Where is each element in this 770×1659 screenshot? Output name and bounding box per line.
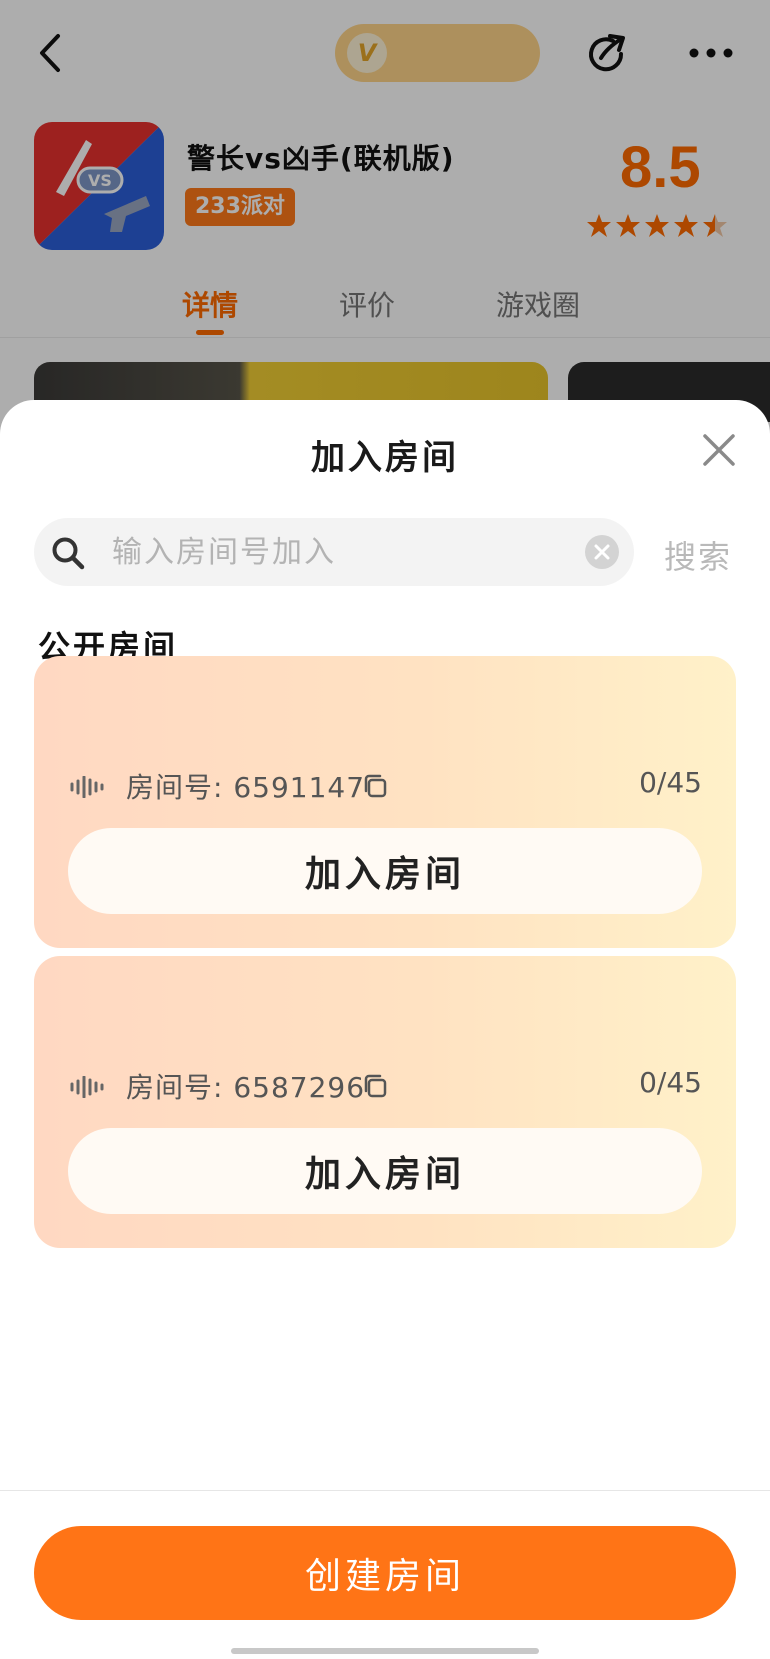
audio-wave-icon [70,1076,104,1098]
search-icon [52,537,85,570]
clear-button[interactable] [585,535,619,569]
create-room-button[interactable]: 创建房间 [34,1526,736,1620]
room-number: 房间号: 6587296 [126,1071,366,1104]
copy-icon[interactable] [362,773,388,799]
room-number-input[interactable] [112,528,582,576]
search-button[interactable]: 搜索 [664,532,732,578]
clear-icon [594,544,610,560]
room-player-count: 0/45 [639,1066,702,1099]
home-indicator [231,1648,539,1654]
close-icon [703,434,735,466]
room-card: 房间号: 6591147 0/45 加入房间 [34,656,736,948]
join-room-sheet: 加入房间 搜索 公开房间 [0,400,770,1659]
sheet-title: 加入房间 [311,438,459,478]
search-box [34,518,634,586]
room-player-count: 0/45 [639,766,702,799]
close-button[interactable] [699,430,739,470]
divider [0,1490,770,1491]
join-room-button[interactable]: 加入房间 [68,1128,702,1214]
room-number: 房间号: 6591147 [126,771,366,804]
copy-icon[interactable] [362,1073,388,1099]
room-card: 房间号: 6587296 0/45 加入房间 [34,956,736,1248]
join-room-button[interactable]: 加入房间 [68,828,702,914]
audio-wave-icon [70,776,104,798]
